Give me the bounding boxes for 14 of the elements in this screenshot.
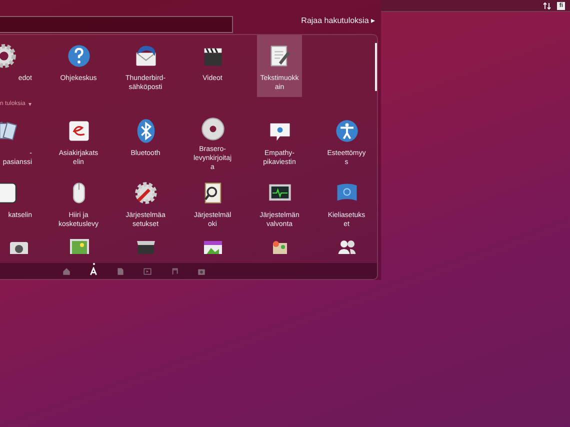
help-icon	[66, 43, 92, 69]
accessibility-icon	[334, 118, 360, 144]
file-icon[interactable]	[116, 266, 125, 276]
active-indicator	[93, 262, 95, 264]
search-field[interactable]	[0, 16, 233, 33]
filter-results-link[interactable]: Rajaa hakutuloksia ▸	[301, 16, 375, 25]
camera-icon[interactable]	[197, 266, 206, 276]
network-arrows-icon[interactable]	[543, 2, 552, 10]
apps-icon[interactable]	[89, 266, 98, 276]
disc-icon	[200, 116, 226, 142]
home-icon[interactable]	[62, 266, 71, 276]
video-icon[interactable]	[143, 266, 152, 276]
scrollbar[interactable]	[375, 43, 377, 91]
gear-wrench-icon	[132, 180, 158, 206]
